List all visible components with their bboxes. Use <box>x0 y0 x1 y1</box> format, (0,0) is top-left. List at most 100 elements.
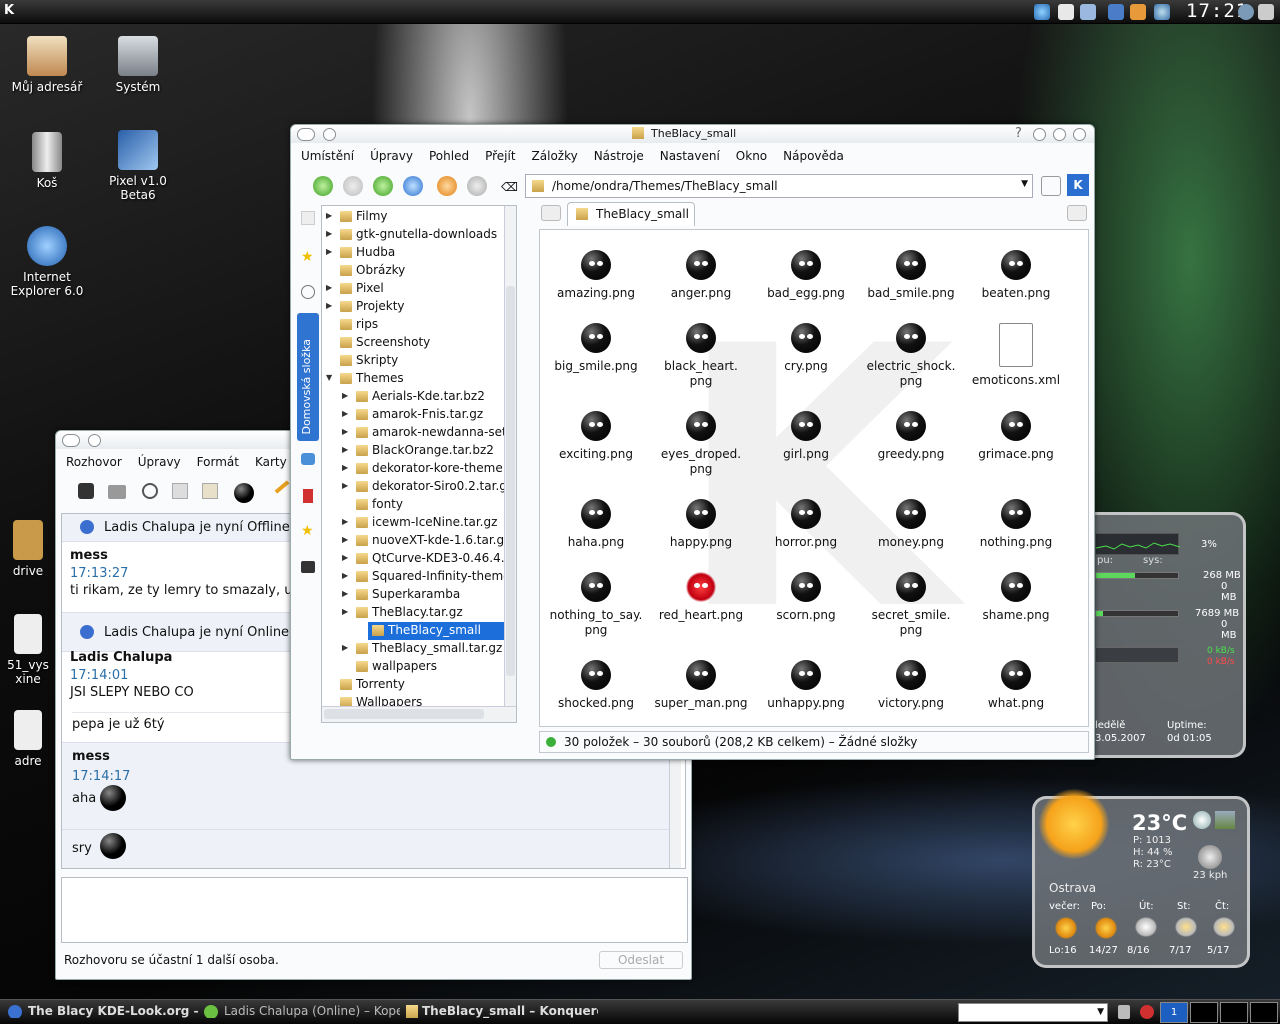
expand-arrow-icon[interactable]: ▶ <box>342 589 350 598</box>
file-item[interactable]: red_heart.png <box>649 572 753 623</box>
sidebar-tab-home[interactable]: Domovská složka <box>297 313 319 441</box>
expand-arrow-icon[interactable]: ▶ <box>342 643 350 652</box>
new-tab-button[interactable] <box>541 205 561 221</box>
file-item[interactable]: haha.png <box>544 499 648 550</box>
collapse-arrow-icon[interactable]: ▼ <box>326 373 334 382</box>
file-item[interactable]: cry.png <box>754 323 858 374</box>
file-item[interactable]: nothing.png <box>964 499 1068 550</box>
maximize-button[interactable] <box>1053 128 1066 141</box>
menu-okno[interactable]: Okno <box>736 149 767 163</box>
expand-arrow-icon[interactable]: ▶ <box>342 463 350 472</box>
menu-napoveda[interactable]: Nápověda <box>783 149 844 163</box>
tree-item[interactable]: TheBlacy_small <box>368 622 506 640</box>
minimize-button[interactable] <box>1033 128 1046 141</box>
copy-icon[interactable] <box>172 483 188 499</box>
file-item[interactable]: money.png <box>859 499 963 550</box>
menu-format[interactable]: Formát <box>197 455 239 469</box>
expand-arrow-icon[interactable]: ▶ <box>326 247 334 256</box>
bookmarks-star-icon[interactable]: ★ <box>301 249 314 265</box>
close-tab-button[interactable] <box>1067 205 1087 221</box>
sidebar-blank-icon[interactable] <box>301 211 315 225</box>
file-item[interactable]: greedy.png <box>859 411 963 462</box>
file-item[interactable]: shame.png <box>964 572 1068 623</box>
command-input[interactable]: ▼ <box>958 1003 1108 1022</box>
desktop-3-button[interactable] <box>1220 1002 1248 1023</box>
expand-arrow-icon[interactable]: ▶ <box>342 607 350 616</box>
expand-arrow-icon[interactable]: ▶ <box>326 211 334 220</box>
menu-karty[interactable]: Karty <box>255 455 287 469</box>
paste-icon[interactable] <box>202 483 218 499</box>
file-item[interactable]: bad_egg.png <box>754 250 858 301</box>
message-input[interactable] <box>61 877 688 943</box>
file-item[interactable]: shocked.png <box>544 660 648 711</box>
expand-arrow-icon[interactable]: ▶ <box>326 283 334 292</box>
desktop-icon-ie[interactable]: Internet Explorer 6.0 <box>2 226 92 298</box>
file-item[interactable]: scorn.png <box>754 572 858 623</box>
network-icon[interactable] <box>301 453 315 465</box>
globe-icon[interactable] <box>1193 811 1211 829</box>
expand-arrow-icon[interactable]: ▶ <box>342 517 350 526</box>
help-button[interactable]: ? <box>1015 126 1022 141</box>
up-icon[interactable] <box>373 176 393 196</box>
forward-icon[interactable] <box>343 176 363 196</box>
task-konqueror[interactable]: TheBlacy_small – Konqueror <box>406 1004 598 1018</box>
sticky-button[interactable] <box>323 128 336 141</box>
menu-rozhovor[interactable]: Rozhovor <box>66 455 122 469</box>
expand-arrow-icon[interactable]: ▶ <box>326 301 334 310</box>
task-firefox[interactable]: The Blacy KDE-Look.org – Mo <box>8 1004 198 1018</box>
desktop-icon-file2[interactable]: adre <box>0 710 58 768</box>
file-item[interactable]: what.png <box>964 660 1068 711</box>
file-item[interactable]: big_smile.png <box>544 323 648 374</box>
expand-arrow-icon[interactable]: ▶ <box>342 571 350 580</box>
pen-icon[interactable] <box>274 480 290 494</box>
window-menu-button[interactable] <box>62 434 80 447</box>
file-item[interactable]: unhappy.png <box>754 660 858 711</box>
globe-icon[interactable] <box>1034 4 1050 20</box>
file-item[interactable]: beaten.png <box>964 250 1068 301</box>
tab-theblacy-small[interactable]: TheBlacy_small <box>567 202 695 226</box>
documents-icon[interactable] <box>1058 4 1074 20</box>
menu-nastroje[interactable]: Nástroje <box>594 149 644 163</box>
location-field[interactable]: /home/ondra/Themes/TheBlacy_small ▼ <box>525 174 1033 198</box>
tree-vscrollbar[interactable] <box>504 206 516 706</box>
cut-icon[interactable] <box>142 483 158 499</box>
menu-upravy[interactable]: Úpravy <box>138 455 181 469</box>
expand-arrow-icon[interactable]: ▶ <box>326 229 334 238</box>
window-menu-button[interactable] <box>297 128 315 141</box>
services-star-icon[interactable]: ★ <box>301 523 314 539</box>
map-icon[interactable] <box>1215 811 1235 829</box>
desktop-icon-drive[interactable]: drive <box>0 520 58 578</box>
menu-upravy[interactable]: Úpravy <box>370 149 413 163</box>
desktop-4-button[interactable] <box>1250 1002 1278 1023</box>
folder-tree[interactable]: ▶ Filmy ▶ gtk-gnutella-downloads ▶ Hudba Obráz… <box>321 205 517 723</box>
file-item[interactable]: electric_shock. png <box>859 323 963 389</box>
desktop-icon-pixel[interactable]: Pixel v1.0 Beta6 <box>93 130 183 202</box>
chevron-down-icon[interactable]: ▼ <box>1097 1007 1104 1017</box>
stop-icon[interactable] <box>467 176 487 196</box>
emoticon-icon[interactable] <box>234 483 254 503</box>
file-icon-view[interactable]: K amazing.png anger.png bad_egg.png bad_smi… <box>539 229 1089 727</box>
file-item[interactable]: eyes_droped. png <box>649 411 753 477</box>
close-button[interactable] <box>1073 128 1086 141</box>
k-menu-icon[interactable]: K <box>4 3 22 21</box>
home-icon[interactable] <box>403 176 423 196</box>
send-button[interactable]: Odeslat <box>599 951 683 969</box>
sticky-button[interactable] <box>88 434 101 447</box>
settings-icon[interactable] <box>1238 4 1254 20</box>
desktop-icon-system[interactable]: Systém <box>93 36 183 94</box>
file-item[interactable]: bad_smile.png <box>859 250 963 301</box>
devices-icon[interactable] <box>301 561 315 573</box>
desktop-icon-file1[interactable]: 51_vys xine <box>0 614 58 686</box>
desktop-icon-trash[interactable]: Koš <box>2 132 92 190</box>
reload-icon[interactable] <box>437 176 457 196</box>
go-button[interactable] <box>1041 176 1061 196</box>
file-item[interactable]: nothing_to_say. png <box>544 572 648 638</box>
menu-prejit[interactable]: Přejít <box>485 149 515 163</box>
network-icon[interactable] <box>1154 4 1170 20</box>
file-item[interactable]: happy.png <box>649 499 753 550</box>
desktop-2-button[interactable] <box>1190 1002 1218 1023</box>
file-item[interactable]: secret_smile. png <box>859 572 963 638</box>
expand-arrow-icon[interactable]: ▶ <box>342 481 350 490</box>
save-icon[interactable] <box>78 483 94 499</box>
lock-icon[interactable] <box>1118 1005 1130 1019</box>
